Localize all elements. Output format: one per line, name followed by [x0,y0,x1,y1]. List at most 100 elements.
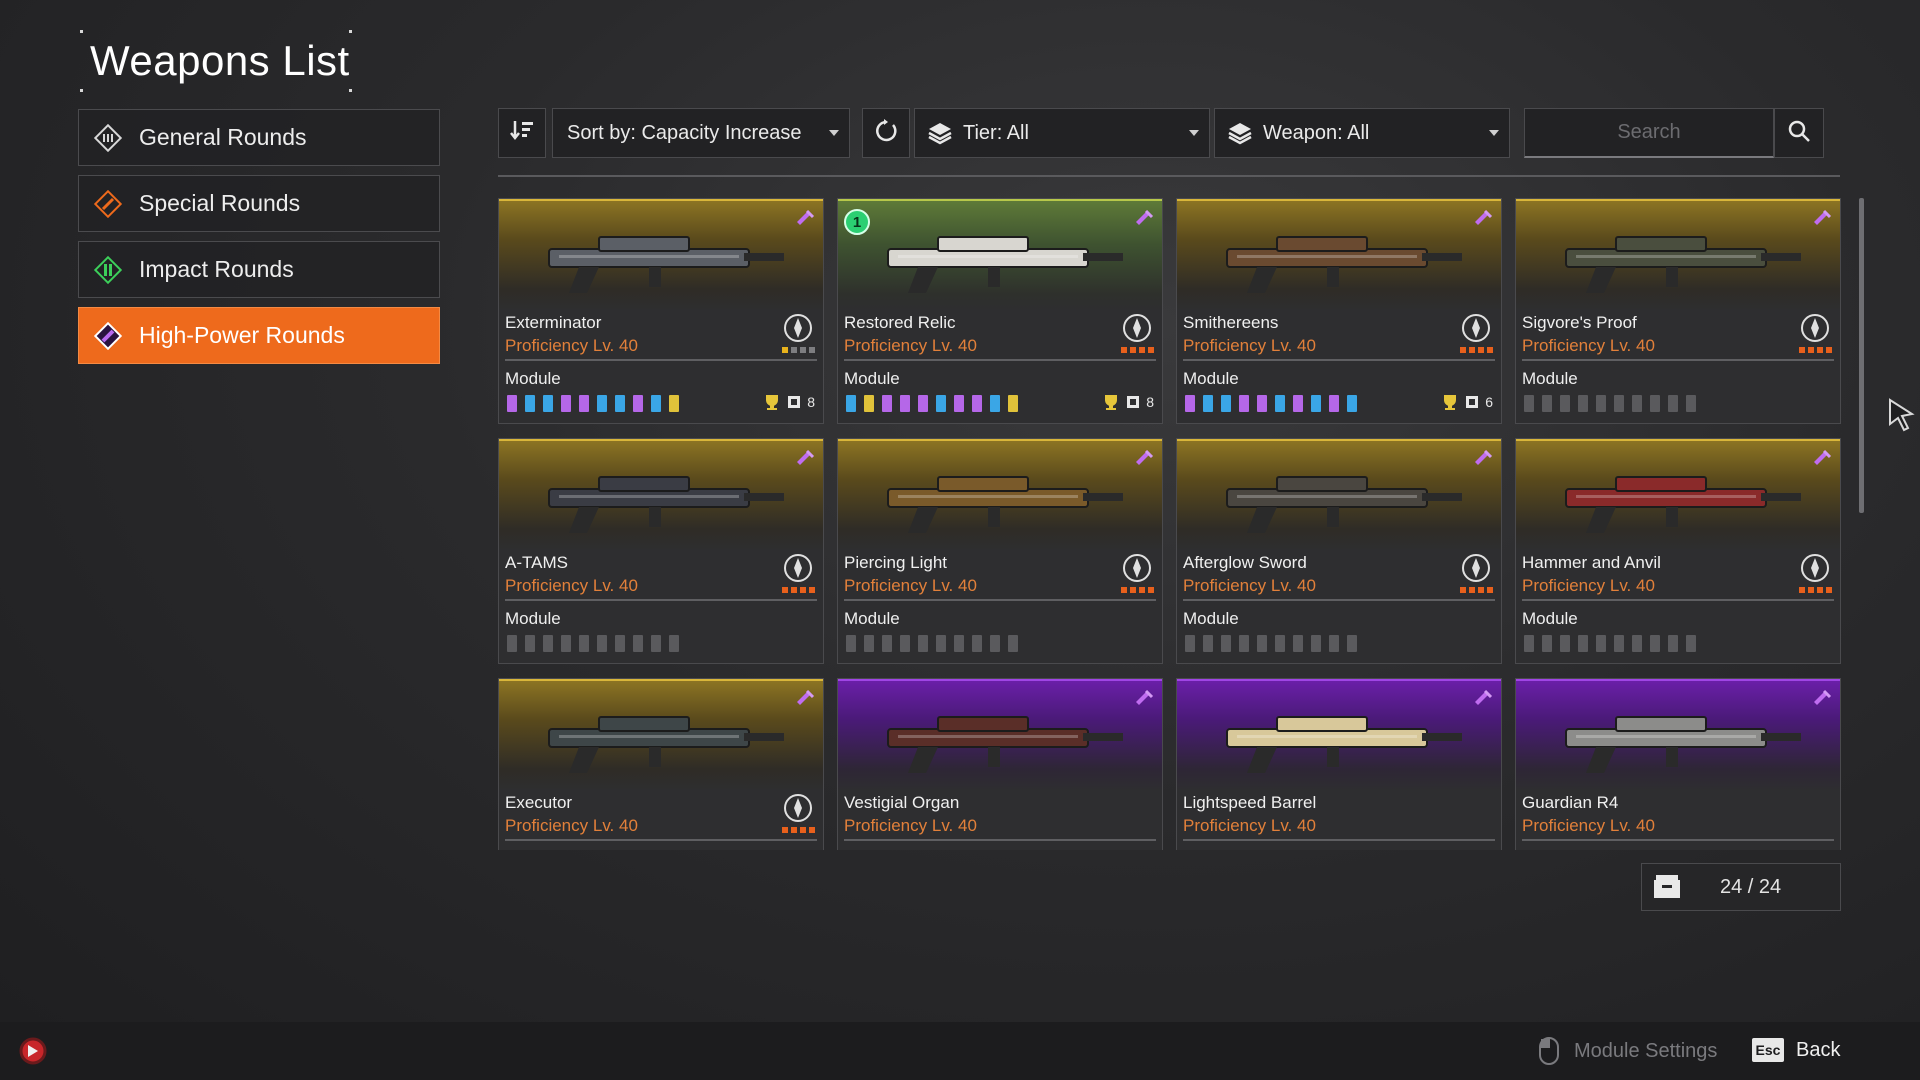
weapon-card[interactable]: Smithereens Proficiency Lv. 40 Module 6 [1176,198,1502,424]
module-slot [1185,635,1195,652]
module-slot [900,395,910,412]
category-impact-rounds[interactable]: Impact Rounds [78,241,440,298]
weapon-card[interactable]: Guardian R4 Proficiency Lv. 40 Module [1515,678,1841,850]
module-label: Module [1183,849,1239,850]
weapon-art [838,439,1162,551]
weapon-proficiency: Proficiency Lv. 40 [844,816,977,835]
weapon-proficiency: Proficiency Lv. 40 [1183,816,1316,835]
module-slots [846,395,1018,412]
search-button[interactable] [1774,108,1824,158]
module-slot [954,395,964,412]
weapon-card[interactable]: Exterminator Proficiency Lv. 40 Module 8 [498,198,824,424]
card-divider [505,359,817,361]
high-power-ammo-icon [1473,449,1493,474]
module-slot [1578,635,1588,652]
module-slot [882,395,892,412]
high-power-rounds-icon [93,321,123,351]
module-capacity-count: 6 [1485,394,1493,410]
module-label: Module [1522,849,1578,850]
card-divider [844,839,1156,841]
weapon-image [548,236,784,293]
weapon-card[interactable]: 1 Restored Relic Proficiency Lv. 40 Module 8 [837,198,1163,424]
back-button[interactable]: Esc Back [1752,1038,1840,1062]
module-label: Module [844,369,900,388]
module-slot [1668,395,1678,412]
weapon-card[interactable]: Hammer and Anvil Proficiency Lv. 40 Module [1515,438,1841,664]
general-rounds-icon [93,123,123,153]
weapon-name: Guardian R4 [1522,793,1619,812]
weapon-art [499,439,823,551]
page-title: Weapons List [90,37,350,84]
category-high-power-rounds[interactable]: High-Power Rounds [78,307,440,364]
module-slot [1578,395,1588,412]
category-special-rounds[interactable]: Special Rounds [78,175,440,232]
module-slot [1668,635,1678,652]
module-capacity: 8 [763,393,815,411]
high-power-ammo-icon [795,689,815,714]
module-label: Module [505,609,561,628]
module-slot [1275,395,1285,412]
module-slot [1632,395,1642,412]
module-label: Module [505,849,561,850]
module-slot [651,635,661,652]
module-slots [846,635,1018,652]
weapon-card[interactable]: Piercing Light Proficiency Lv. 40 Module [837,438,1163,664]
search-icon [1787,119,1811,148]
weapon-art [1177,679,1501,791]
card-divider [1183,599,1495,601]
module-settings-hint[interactable]: Module Settings [1538,1036,1717,1066]
weapon-emblem-icon [1120,551,1154,585]
sort-order-button[interactable] [498,108,546,158]
weapon-name: Restored Relic [844,313,956,332]
tier-dropdown[interactable]: Tier: All [914,108,1210,158]
card-divider [1522,359,1834,361]
high-power-ammo-icon [1134,689,1154,714]
weapon-emblem-icon [781,551,815,585]
category-general-rounds[interactable]: General Rounds [78,109,440,166]
module-slot [1347,635,1357,652]
weapon-art [1177,199,1501,311]
weapon-grid: Exterminator Proficiency Lv. 40 Module 8 1 Re… [498,198,1843,850]
weapon-proficiency: Proficiency Lv. 40 [505,816,638,835]
weapon-art [1516,679,1840,791]
weapon-card[interactable]: Vestigial Organ Proficiency Lv. 40 Module [837,678,1163,850]
weapon-card[interactable]: Lightspeed Barrel Proficiency Lv. 40 Modul… [1176,678,1502,850]
weapon-emblem-icon [1798,551,1832,585]
module-slot [864,635,874,652]
search-input[interactable] [1539,121,1759,144]
page-title-frame: Weapons List [80,30,352,92]
grid-scrollbar[interactable] [1859,198,1864,513]
module-slot [900,635,910,652]
module-slot [651,395,661,412]
sort-dropdown[interactable]: Sort by: Capacity Increase [552,108,850,158]
module-slot [615,395,625,412]
weapon-dropdown[interactable]: Weapon: All [1214,108,1510,158]
category-label: General Rounds [139,124,307,150]
weapon-name: A-TAMS [505,553,568,572]
weapon-image [548,476,784,533]
module-slot [579,395,589,412]
category-label: Impact Rounds [139,256,294,282]
module-slot [1524,395,1534,412]
module-slot [1596,395,1606,412]
weapon-image [1226,236,1462,293]
module-settings-label: Module Settings [1574,1039,1718,1062]
chip-icon [788,396,801,408]
weapon-card[interactable]: Executor Proficiency Lv. 40 Module [498,678,824,850]
card-divider [1183,839,1495,841]
frame-corner [349,89,352,92]
trophy-icon [1105,395,1118,410]
weapon-card[interactable]: Afterglow Sword Proficiency Lv. 40 Module [1176,438,1502,664]
weapon-emblem-icon [1459,311,1493,345]
high-power-ammo-icon [795,209,815,234]
high-power-ammo-icon [1134,209,1154,234]
weapon-card[interactable]: Sigvore's Proof Proficiency Lv. 40 Module [1515,198,1841,424]
tier-indicator [782,827,815,833]
weapon-card[interactable]: A-TAMS Proficiency Lv. 40 Module [498,438,824,664]
module-slot [1650,395,1660,412]
weapon-image [548,716,784,773]
weapon-proficiency: Proficiency Lv. 40 [505,336,638,355]
reset-filter-button[interactable] [862,108,910,158]
module-slot [543,395,553,412]
layers-icon [927,121,953,145]
